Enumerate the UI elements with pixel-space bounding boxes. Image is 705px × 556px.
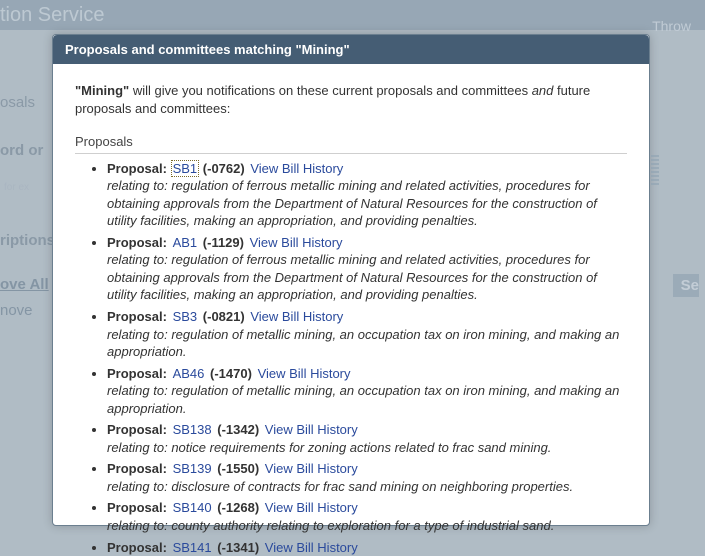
proposal-label: Proposal: [107,422,171,437]
dialog-title: Proposals and committees matching "Minin… [53,35,649,64]
proposal-label: Proposal: [107,366,171,381]
view-bill-history-link[interactable]: View Bill History [248,160,345,177]
bill-id-link[interactable]: SB138 [171,421,214,438]
proposal-label: Proposal: [107,309,171,324]
proposal-description: relating to: regulation of metallic mini… [107,326,627,361]
intro-em: and [532,83,554,98]
bill-id-link[interactable]: SB1 [171,160,200,177]
proposal-item: Proposal: SB138 (-1342) View Bill Histor… [107,421,627,456]
proposal-description: relating to: disclosure of contracts for… [107,478,627,496]
proposal-item: Proposal: AB46 (-1470) View Bill History… [107,365,627,418]
proposal-description: relating to: regulation of metallic mini… [107,382,627,417]
resize-handle[interactable] [651,155,659,185]
bill-code: (-1342) [217,422,259,437]
proposal-label: Proposal: [107,500,171,515]
bill-id-link[interactable]: SB141 [171,539,214,556]
bill-id-link[interactable]: SB140 [171,499,214,516]
bill-code: (-1129) [203,235,244,250]
proposal-description: relating to: county authority relating t… [107,517,627,535]
proposal-description: relating to: regulation of ferrous metal… [107,251,627,304]
proposal-description: relating to: regulation of ferrous metal… [107,177,627,230]
view-bill-history-link[interactable]: View Bill History [256,365,353,382]
view-bill-history-link[interactable]: View Bill History [248,308,345,325]
bill-code: (-1341) [217,540,259,555]
proposal-item: Proposal: SB1 (-0762) View Bill Historyr… [107,160,627,230]
proposal-description: relating to: notice requirements for zon… [107,439,627,457]
dialog-body-wrap: "Mining" will give you notifications on … [53,64,649,556]
bill-id-link[interactable]: AB46 [171,365,207,382]
proposals-list: Proposal: SB1 (-0762) View Bill Historyr… [75,160,627,556]
dialog-body[interactable]: "Mining" will give you notifications on … [53,64,649,556]
bill-code: (-1470) [210,366,252,381]
bill-code: (-1550) [217,461,259,476]
bill-id-link[interactable]: SB139 [171,460,214,477]
intro-text: "Mining" will give you notifications on … [75,82,627,117]
bill-code: (-0821) [203,309,245,324]
proposal-label: Proposal: [107,540,171,555]
proposal-item: Proposal: SB139 (-1550) View Bill Histor… [107,460,627,495]
view-bill-history-link[interactable]: View Bill History [263,539,360,556]
proposal-item: Proposal: AB1 (-1129) View Bill Historyr… [107,234,627,304]
view-bill-history-link[interactable]: View Bill History [263,421,360,438]
bill-id-link[interactable]: AB1 [171,234,200,251]
proposal-item: Proposal: SB140 (-1268) View Bill Histor… [107,499,627,534]
proposal-label: Proposal: [107,161,171,176]
view-bill-history-link[interactable]: View Bill History [263,499,360,516]
proposal-item: Proposal: SB3 (-0821) View Bill Historyr… [107,308,627,361]
view-bill-history-link[interactable]: View Bill History [248,234,345,251]
bill-code: (-1268) [217,500,259,515]
proposal-item: Proposal: SB141 (-1341) View Bill Histor… [107,539,627,556]
intro-mid: will give you notifications on these cur… [129,83,531,98]
proposals-dialog: Proposals and committees matching "Minin… [52,34,650,526]
proposals-heading: Proposals [75,133,627,154]
intro-keyword: "Mining" [75,83,129,98]
view-bill-history-link[interactable]: View Bill History [263,460,360,477]
proposal-label: Proposal: [107,461,171,476]
bill-id-link[interactable]: SB3 [171,308,200,325]
proposal-label: Proposal: [107,235,171,250]
bill-code: (-0762) [203,161,245,176]
